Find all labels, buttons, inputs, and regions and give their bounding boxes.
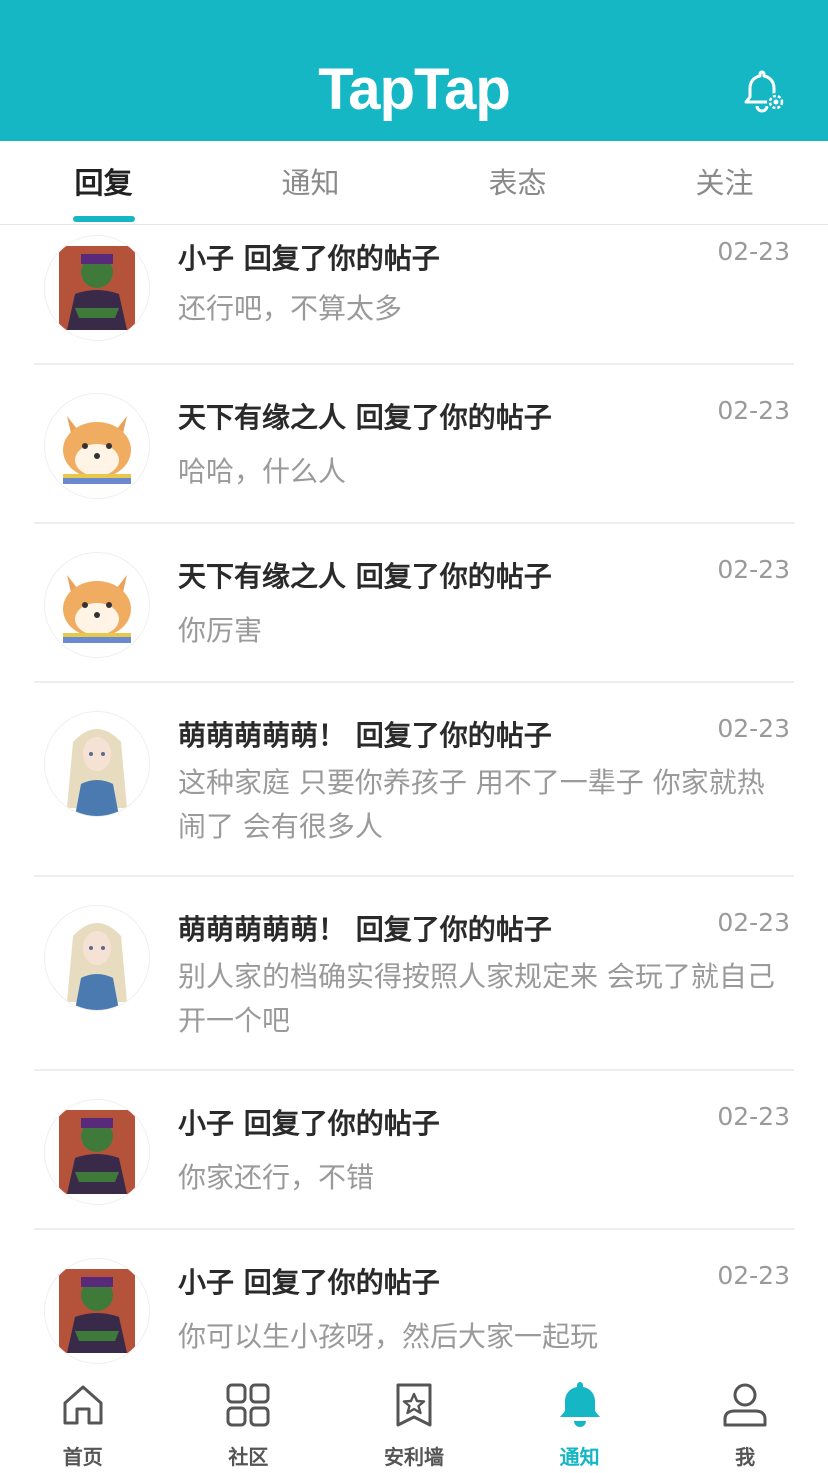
list-item[interactable]: 萌萌萌萌萌！ 回复了你的帖子 02-23 别人家的档确实得按照人家规定来 会玩了… xyxy=(34,877,794,1071)
tab-reaction[interactable]: 表态 xyxy=(414,141,621,224)
grid-icon xyxy=(226,1383,270,1427)
nav-label: 通知 xyxy=(559,1445,600,1469)
green-ninja-avatar[interactable] xyxy=(44,1099,150,1205)
green-ninja-avatar[interactable] xyxy=(44,1258,150,1364)
item-title: 萌萌萌萌萌！ 回复了你的帖子 xyxy=(178,719,552,752)
bottom-navigation: 首页 社区 安利墙 通知 我 xyxy=(0,1375,828,1473)
notification-tabs: 回复 通知 表态 关注 xyxy=(0,141,828,225)
tab-label: 关注 xyxy=(695,166,754,200)
item-message: 你厉害 xyxy=(178,614,263,647)
shiba-avatar[interactable] xyxy=(44,552,150,658)
nav-recommend-wall[interactable]: 安利墙 xyxy=(331,1375,497,1473)
item-message: 这种家庭 只要你养孩子 用不了一辈子 你家就热闹了 会有很多人 xyxy=(178,766,765,843)
taptap-logo: TapTap xyxy=(318,57,511,122)
item-date: 02-23 xyxy=(717,908,790,937)
item-message: 你可以生小孩呀，然后大家一起玩 xyxy=(178,1320,599,1353)
item-message: 还行吧，不算太多 xyxy=(178,292,403,325)
item-message: 别人家的档确实得按照人家规定来 会玩了就自己开一个吧 xyxy=(178,960,775,1037)
app-header: TapTap xyxy=(0,0,828,141)
reply-list: 小子 回复了你的帖子 02-23 还行吧，不算太多 天下有缘之人 回复了你的帖子… xyxy=(0,225,828,1375)
nav-label: 安利墙 xyxy=(383,1445,444,1469)
shiba-avatar[interactable] xyxy=(44,393,150,499)
blonde-girl-avatar[interactable] xyxy=(44,711,150,817)
nav-label: 社区 xyxy=(228,1445,269,1469)
tab-notice[interactable]: 通知 xyxy=(207,141,414,224)
green-ninja-avatar[interactable] xyxy=(44,235,150,341)
item-title: 天下有缘之人 回复了你的帖子 xyxy=(178,560,552,593)
tab-follow[interactable]: 关注 xyxy=(621,141,828,224)
list-item[interactable]: 小子 回复了你的帖子 02-23 还行吧，不算太多 xyxy=(34,225,794,365)
item-title: 萌萌萌萌萌！ 回复了你的帖子 xyxy=(178,913,552,946)
item-date: 02-23 xyxy=(717,396,790,425)
bell-icon xyxy=(559,1382,600,1427)
list-item[interactable]: 小子 回复了你的帖子 02-23 你可以生小孩呀，然后大家一起玩 xyxy=(34,1230,794,1375)
nav-label: 首页 xyxy=(62,1445,103,1469)
item-message: 你家还行，不错 xyxy=(178,1161,375,1194)
list-item[interactable]: 天下有缘之人 回复了你的帖子 02-23 你厉害 xyxy=(34,524,794,683)
item-date: 02-23 xyxy=(717,237,790,266)
item-title: 小子 回复了你的帖子 xyxy=(178,242,440,275)
tab-label: 表态 xyxy=(488,166,547,200)
tab-label: 通知 xyxy=(281,166,340,200)
item-message: 哈哈，什么人 xyxy=(178,455,347,488)
tab-label: 回复 xyxy=(74,166,133,200)
blonde-girl-avatar[interactable] xyxy=(44,905,150,1011)
nav-me[interactable]: 我 xyxy=(662,1375,828,1473)
item-date: 02-23 xyxy=(717,555,790,584)
star-bookmark-icon xyxy=(396,1383,432,1427)
notification-settings-icon[interactable] xyxy=(740,68,788,116)
user-icon xyxy=(723,1383,767,1427)
item-date: 02-23 xyxy=(717,1261,790,1290)
nav-notifications[interactable]: 通知 xyxy=(497,1375,663,1473)
list-item[interactable]: 萌萌萌萌萌！ 回复了你的帖子 02-23 这种家庭 只要你养孩子 用不了一辈子 … xyxy=(34,683,794,877)
list-item[interactable]: 小子 回复了你的帖子 02-23 你家还行，不错 xyxy=(34,1071,794,1230)
item-date: 02-23 xyxy=(717,714,790,743)
nav-community[interactable]: 社区 xyxy=(166,1375,332,1473)
list-item[interactable]: 天下有缘之人 回复了你的帖子 02-23 哈哈，什么人 xyxy=(34,365,794,524)
nav-home[interactable]: 首页 xyxy=(0,1375,166,1473)
item-title: 天下有缘之人 回复了你的帖子 xyxy=(178,401,552,434)
item-title: 小子 回复了你的帖子 xyxy=(178,1107,440,1140)
home-icon xyxy=(63,1385,103,1425)
tab-reply[interactable]: 回复 xyxy=(0,141,207,224)
item-date: 02-23 xyxy=(717,1102,790,1131)
nav-label: 我 xyxy=(735,1445,756,1469)
item-title: 小子 回复了你的帖子 xyxy=(178,1266,440,1299)
active-tab-indicator xyxy=(72,216,135,222)
